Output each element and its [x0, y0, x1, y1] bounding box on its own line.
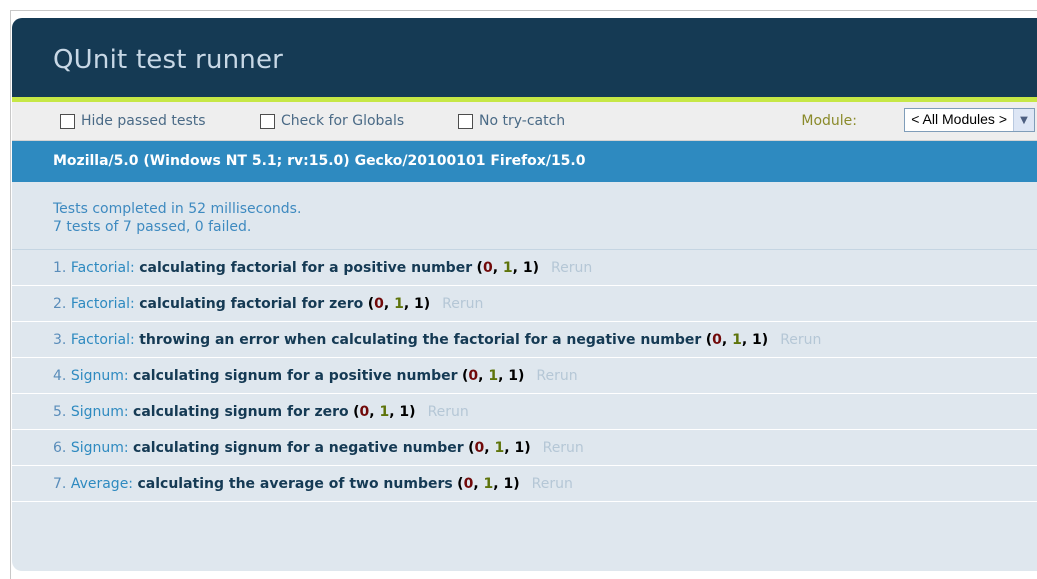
module-filter-value: < All Modules > — [911, 111, 1007, 127]
test-name[interactable]: throwing an error when calculating the f… — [139, 332, 701, 348]
test-module: Signum: — [70, 404, 129, 420]
test-module: Factorial: — [70, 260, 135, 276]
test-name[interactable]: calculating signum for a negative number — [133, 440, 464, 456]
test-item[interactable]: 2. Factorial: calculating factorial for … — [12, 286, 1037, 322]
total-count: 1 — [514, 440, 525, 456]
no-try-catch-label: No try-catch — [479, 113, 566, 129]
summary-duration: Tests completed in 52 milliseconds. — [53, 201, 302, 217]
test-item[interactable]: 1. Factorial: calculating factorial for … — [12, 250, 1037, 286]
test-number: 4. — [53, 368, 67, 384]
check-globals-label: Check for Globals — [281, 113, 405, 129]
test-summary: Tests completed in 52 milliseconds. 7 te… — [12, 182, 1037, 250]
qunit-runner: QUnit test runner Hide passed tests Chec… — [12, 18, 1037, 571]
test-module: Factorial: — [70, 332, 135, 348]
test-number: 7. — [53, 476, 67, 492]
test-number: 5. — [53, 404, 67, 420]
test-number: 1. — [53, 260, 67, 276]
passed-count: 1 — [379, 404, 390, 420]
test-counts: (0, 1, 1) — [353, 404, 416, 420]
qunit-toolbar: Hide passed tests Check for Globals No t… — [12, 102, 1037, 141]
test-counts: (0, 1, 1) — [705, 332, 769, 348]
test-counts: (0, 1, 1) — [367, 296, 431, 312]
test-module: Signum: — [70, 368, 129, 384]
test-number: 2. — [53, 296, 67, 312]
rerun-link[interactable]: Rerun — [543, 440, 584, 456]
qunit-header: QUnit test runner — [12, 18, 1037, 97]
rerun-link[interactable]: Rerun — [532, 476, 573, 492]
chevron-down-icon[interactable]: ▼ — [1013, 109, 1034, 131]
test-name[interactable]: calculating signum for a positive number — [133, 368, 457, 384]
total-count: 1 — [503, 476, 514, 492]
passed-count: 1 — [732, 332, 742, 348]
test-number: 3. — [53, 332, 67, 348]
failed-count: 0 — [712, 332, 722, 348]
test-counts: (0, 1, 1) — [476, 260, 540, 276]
user-agent-bar: Mozilla/5.0 (Windows NT 5.1; rv:15.0) Ge… — [12, 141, 1037, 182]
passed-count: 1 — [502, 260, 513, 276]
test-name[interactable]: calculating the average of two numbers — [137, 476, 452, 492]
rerun-link[interactable]: Rerun — [780, 332, 821, 348]
hide-passed-option[interactable]: Hide passed tests — [60, 113, 206, 129]
failed-count: 0 — [468, 368, 479, 384]
test-name[interactable]: calculating factorial for a positive num… — [139, 260, 472, 276]
test-item[interactable]: 5. Signum: calculating signum for zero (… — [12, 394, 1037, 430]
test-name[interactable]: calculating factorial for zero — [139, 296, 363, 312]
passed-count: 1 — [394, 296, 404, 312]
failed-count: 0 — [374, 296, 384, 312]
test-module: Factorial: — [70, 296, 135, 312]
test-item[interactable]: 6. Signum: calculating signum for a nega… — [12, 430, 1037, 466]
total-count: 1 — [752, 332, 762, 348]
test-counts: (0, 1, 1) — [468, 440, 531, 456]
module-filter-label: Module: — [801, 113, 857, 129]
passed-count: 1 — [494, 440, 505, 456]
test-list: 1. Factorial: calculating factorial for … — [12, 250, 1037, 502]
test-number: 6. — [53, 440, 67, 456]
passed-count: 1 — [483, 476, 494, 492]
page-title[interactable]: QUnit test runner — [53, 45, 283, 75]
test-item[interactable]: 7. Average: calculating the average of t… — [12, 466, 1037, 502]
check-globals-option[interactable]: Check for Globals — [260, 113, 404, 129]
total-count: 1 — [522, 260, 533, 276]
failed-count: 0 — [359, 404, 370, 420]
total-count: 1 — [508, 368, 519, 384]
test-counts: (0, 1, 1) — [461, 368, 525, 384]
failed-count: 0 — [474, 440, 485, 456]
test-item[interactable]: 3. Factorial: throwing an error when cal… — [12, 322, 1037, 358]
hide-passed-label: Hide passed tests — [81, 113, 206, 129]
test-module: Signum: — [70, 440, 129, 456]
test-item[interactable]: 4. Signum: calculating signum for a posi… — [12, 358, 1037, 394]
passed-count: 1 — [488, 368, 499, 384]
test-counts: (0, 1, 1) — [457, 476, 520, 492]
total-count: 1 — [399, 404, 410, 420]
test-name[interactable]: calculating signum for zero — [133, 404, 349, 420]
rerun-link[interactable]: Rerun — [536, 368, 577, 384]
rerun-link[interactable]: Rerun — [442, 296, 483, 312]
no-try-catch-option[interactable]: No try-catch — [458, 113, 565, 129]
no-try-catch-checkbox[interactable] — [458, 113, 473, 129]
failed-count: 0 — [482, 260, 493, 276]
test-module: Average: — [70, 476, 134, 492]
rerun-link[interactable]: Rerun — [551, 260, 592, 276]
hide-passed-checkbox[interactable] — [60, 113, 75, 129]
rerun-link[interactable]: Rerun — [428, 404, 469, 420]
summary-results: 7 tests of 7 passed, 0 failed. — [53, 219, 252, 235]
module-filter-select[interactable]: < All Modules > ▼ — [904, 108, 1035, 132]
failed-count: 0 — [463, 476, 474, 492]
check-globals-checkbox[interactable] — [260, 113, 275, 129]
total-count: 1 — [414, 296, 424, 312]
